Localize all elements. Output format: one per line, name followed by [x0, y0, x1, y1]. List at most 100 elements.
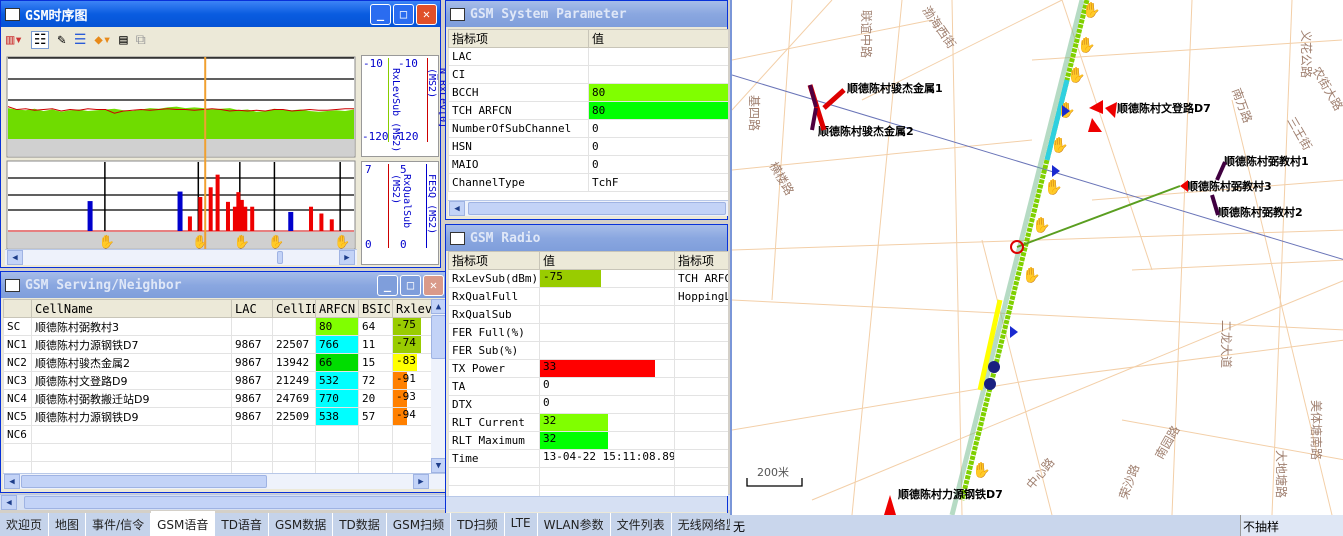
- tab-0[interactable]: 欢迎页: [0, 513, 50, 536]
- scroll-right-button[interactable]: ▶: [339, 250, 355, 265]
- tab-3[interactable]: GSM语音: [151, 511, 216, 536]
- col-item[interactable]: 指标项: [448, 29, 589, 48]
- serving-title-bar[interactable]: GSM Serving/Neighbor _ □ ✕: [1, 272, 447, 298]
- table-row[interactable]: NumberOfSubChannel 0: [448, 119, 728, 138]
- cell-name: 顺德陈村文登路D9: [31, 371, 232, 390]
- table-row[interactable]: MAIO 0: [448, 155, 728, 174]
- table-row[interactable]: TA 0: [448, 377, 728, 396]
- tab-7[interactable]: GSM扫频: [387, 513, 452, 536]
- table-row[interactable]: RLT Maximum 32: [448, 431, 728, 450]
- table-row[interactable]: LAC: [448, 47, 728, 66]
- cell-lac: 9867: [231, 389, 273, 408]
- empty-cell: [448, 485, 540, 496]
- scroll-down-button[interactable]: ▼: [431, 458, 446, 473]
- list-icon[interactable]: ☷: [30, 31, 50, 49]
- cell-site-antenna: [1088, 100, 1117, 132]
- edit-icon[interactable]: ✎: [57, 32, 65, 48]
- radio-title-bar[interactable]: GSM Radio: [446, 225, 727, 251]
- radio-param-name-2: TCH ARFCN: [674, 269, 728, 288]
- col-cellid[interactable]: CellID: [272, 299, 316, 318]
- col-rxlev[interactable]: Rxlev: [392, 299, 431, 318]
- col-value[interactable]: 值: [539, 251, 675, 270]
- scroll-thumb[interactable]: [277, 251, 283, 264]
- scale-bar: [746, 478, 803, 487]
- document-icon[interactable]: ▤: [119, 32, 127, 48]
- scroll-thumb[interactable]: [468, 202, 726, 215]
- timing-scrollbar[interactable]: ◀ ▶: [5, 249, 357, 265]
- maximize-button[interactable]: □: [393, 3, 414, 25]
- radio-param-name: RxLevSub(dBm): [448, 269, 540, 288]
- close-button[interactable]: ✕: [416, 3, 437, 25]
- table-row[interactable]: FER Sub(%): [448, 341, 728, 360]
- scroll-left-button[interactable]: ◀: [4, 474, 20, 489]
- chart-bar-icon[interactable]: ▥▾: [6, 32, 23, 48]
- minimize-button[interactable]: _: [377, 274, 398, 296]
- col-value[interactable]: 值: [588, 29, 728, 48]
- timing-window-title-bar[interactable]: GSM时序图 _ □ ✕: [1, 1, 440, 27]
- table-row[interactable]: BCCH 80: [448, 83, 728, 102]
- tab-11[interactable]: 文件列表: [611, 513, 672, 536]
- table-row[interactable]: TCH ARFCN 80: [448, 101, 728, 120]
- minimize-button[interactable]: _: [370, 3, 391, 25]
- table-row[interactable]: RLT Current 32: [448, 413, 728, 432]
- scroll-left-button[interactable]: ◀: [1, 495, 17, 510]
- scroll-thumb[interactable]: [21, 475, 267, 488]
- sysparam-hscrollbar[interactable]: ◀: [448, 200, 728, 216]
- col-cellname[interactable]: CellName: [31, 299, 232, 318]
- sysparam-title-bar[interactable]: GSM System Parameter: [446, 1, 727, 27]
- table-row[interactable]: DTX 0: [448, 395, 728, 414]
- col-arfcn[interactable]: ARFCN: [315, 299, 359, 318]
- table-row[interactable]: ChannelType TchF: [448, 173, 728, 192]
- scroll-up-button[interactable]: ▲: [431, 299, 446, 314]
- col-bsic[interactable]: BSIC: [358, 299, 393, 318]
- radio-hscrollbar[interactable]: [446, 496, 727, 512]
- tab-6[interactable]: TD数据: [333, 513, 387, 536]
- tag-icon[interactable]: ◆▾: [94, 32, 111, 48]
- empty-cell: [358, 443, 393, 462]
- tab-1[interactable]: 地图: [49, 513, 87, 536]
- empty-cell: [315, 443, 359, 462]
- cell-lac: [231, 425, 273, 444]
- close-button[interactable]: ✕: [423, 274, 444, 296]
- scroll-right-button[interactable]: ▶: [413, 474, 429, 489]
- scroll-left-button[interactable]: ◀: [7, 250, 23, 265]
- table-row[interactable]: CI: [448, 65, 728, 84]
- scroll-thumb[interactable]: [431, 315, 446, 359]
- cell-id: 13942: [272, 353, 316, 372]
- table-row[interactable]: SC 顺德陈村弼教村3 80 64 -75: [3, 317, 431, 336]
- tab-10[interactable]: WLAN参数: [538, 513, 611, 536]
- table-row[interactable]: Time 13-04-22 15:11:08.890: [448, 449, 728, 468]
- table-row[interactable]: RxQualFull HoppingList: [448, 287, 728, 306]
- map-view[interactable]: ✋✋✋✋✋✋✋✋✋顺德陈村骏杰金属1顺德陈村骏杰金属2顺德陈村文登路D7顺德陈村…: [730, 0, 1343, 515]
- col-lac[interactable]: LAC: [231, 299, 273, 318]
- table-row[interactable]: TX Power 33: [448, 359, 728, 378]
- tab-5[interactable]: GSM数据: [269, 513, 334, 536]
- table-row[interactable]: NC6: [3, 425, 431, 444]
- road-name-label: 中心路: [1023, 455, 1058, 492]
- scroll-left-button[interactable]: ◀: [449, 201, 465, 216]
- table-row[interactable]: NC3 顺德陈村文登路D9 9867 21249 532 72 -91: [3, 371, 431, 390]
- table-row[interactable]: RxLevSub(dBm)-75 TCH ARFCN: [448, 269, 728, 288]
- table-row[interactable]: NC5 顺德陈村力源钢铁D9 9867 22509 538 57 -94: [3, 407, 431, 426]
- table-row[interactable]: NC1 顺德陈村力源钢铁D7 9867 22507 766 11 -74: [3, 335, 431, 354]
- col-item-2[interactable]: 指标项: [674, 251, 728, 270]
- table-row[interactable]: HSN 0: [448, 137, 728, 156]
- tab-2[interactable]: 事件/信令: [86, 513, 152, 536]
- table-row[interactable]: NC4 顺德陈村弼教搬迁站D9 9867 24769 770 20 -93: [3, 389, 431, 408]
- layout-icon[interactable]: ☰: [74, 32, 87, 48]
- tab-4[interactable]: TD语音: [215, 513, 269, 536]
- col-type[interactable]: [3, 299, 32, 318]
- table-hscrollbar[interactable]: ◀ ▶: [3, 473, 446, 489]
- table-row[interactable]: NC2 顺德陈村骏杰金属2 9867 13942 66 15 -83: [3, 353, 431, 372]
- vertical-scrollbar[interactable]: ▲ ▼: [431, 299, 446, 473]
- cell-name: 顺德陈村骏杰金属2: [31, 353, 232, 372]
- col-item[interactable]: 指标项: [448, 251, 540, 270]
- table-row[interactable]: FER Full(%): [448, 323, 728, 342]
- maximize-button[interactable]: □: [400, 274, 421, 296]
- map-canvas[interactable]: ✋✋✋✋✋✋✋✋✋顺德陈村骏杰金属1顺德陈村骏杰金属2顺德陈村文登路D7顺德陈村…: [732, 0, 1343, 515]
- road-name-label: 荣沙路: [1116, 462, 1142, 501]
- tab-8[interactable]: TD扫频: [451, 513, 505, 536]
- tab-9[interactable]: LTE: [505, 513, 538, 536]
- table-row[interactable]: RxQualSub: [448, 305, 728, 324]
- timing-chart[interactable]: ✋ ✋ ✋ ✋ ✋: [5, 55, 357, 251]
